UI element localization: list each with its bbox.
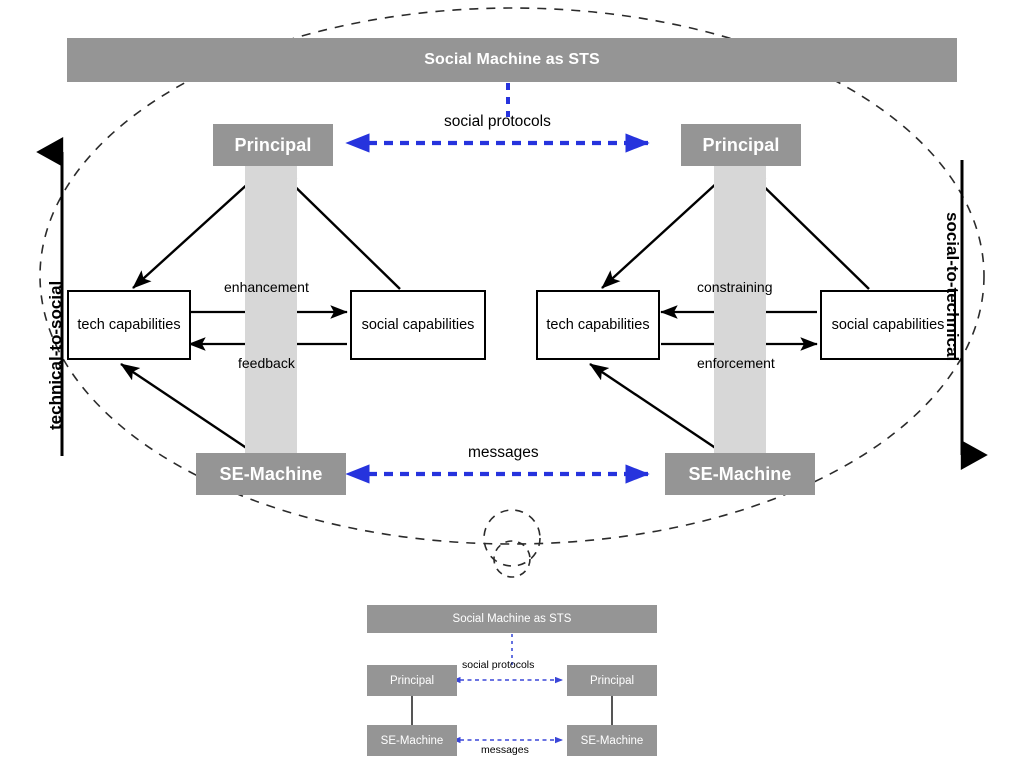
thumb-left-principal-box[interactable]: Principal [367, 665, 457, 696]
thumb-right-principal-label: Principal [589, 674, 635, 687]
thumb-messages-label: messages [481, 744, 529, 756]
thumb-social-protocols-label: social protocols [462, 659, 535, 671]
thumb-right-semachine-box[interactable]: SE-Machine [567, 725, 657, 756]
thumb-sts-title-label: Social Machine as STS [452, 613, 572, 625]
thumb-left-semachine-label: SE-Machine [380, 734, 444, 747]
thumbnail-overview: Social Machine as STS Principal Principa… [0, 0, 1024, 768]
thumb-sts-title-bar: Social Machine as STS [367, 605, 657, 633]
thumb-right-principal-box[interactable]: Principal [567, 665, 657, 696]
diagram-canvas: Social Machine as STS Principal tech cap… [0, 0, 1024, 768]
thumb-left-semachine-box[interactable]: SE-Machine [367, 725, 457, 756]
thumb-right-semachine-label: SE-Machine [580, 734, 644, 747]
thumb-left-principal-label: Principal [389, 674, 435, 687]
